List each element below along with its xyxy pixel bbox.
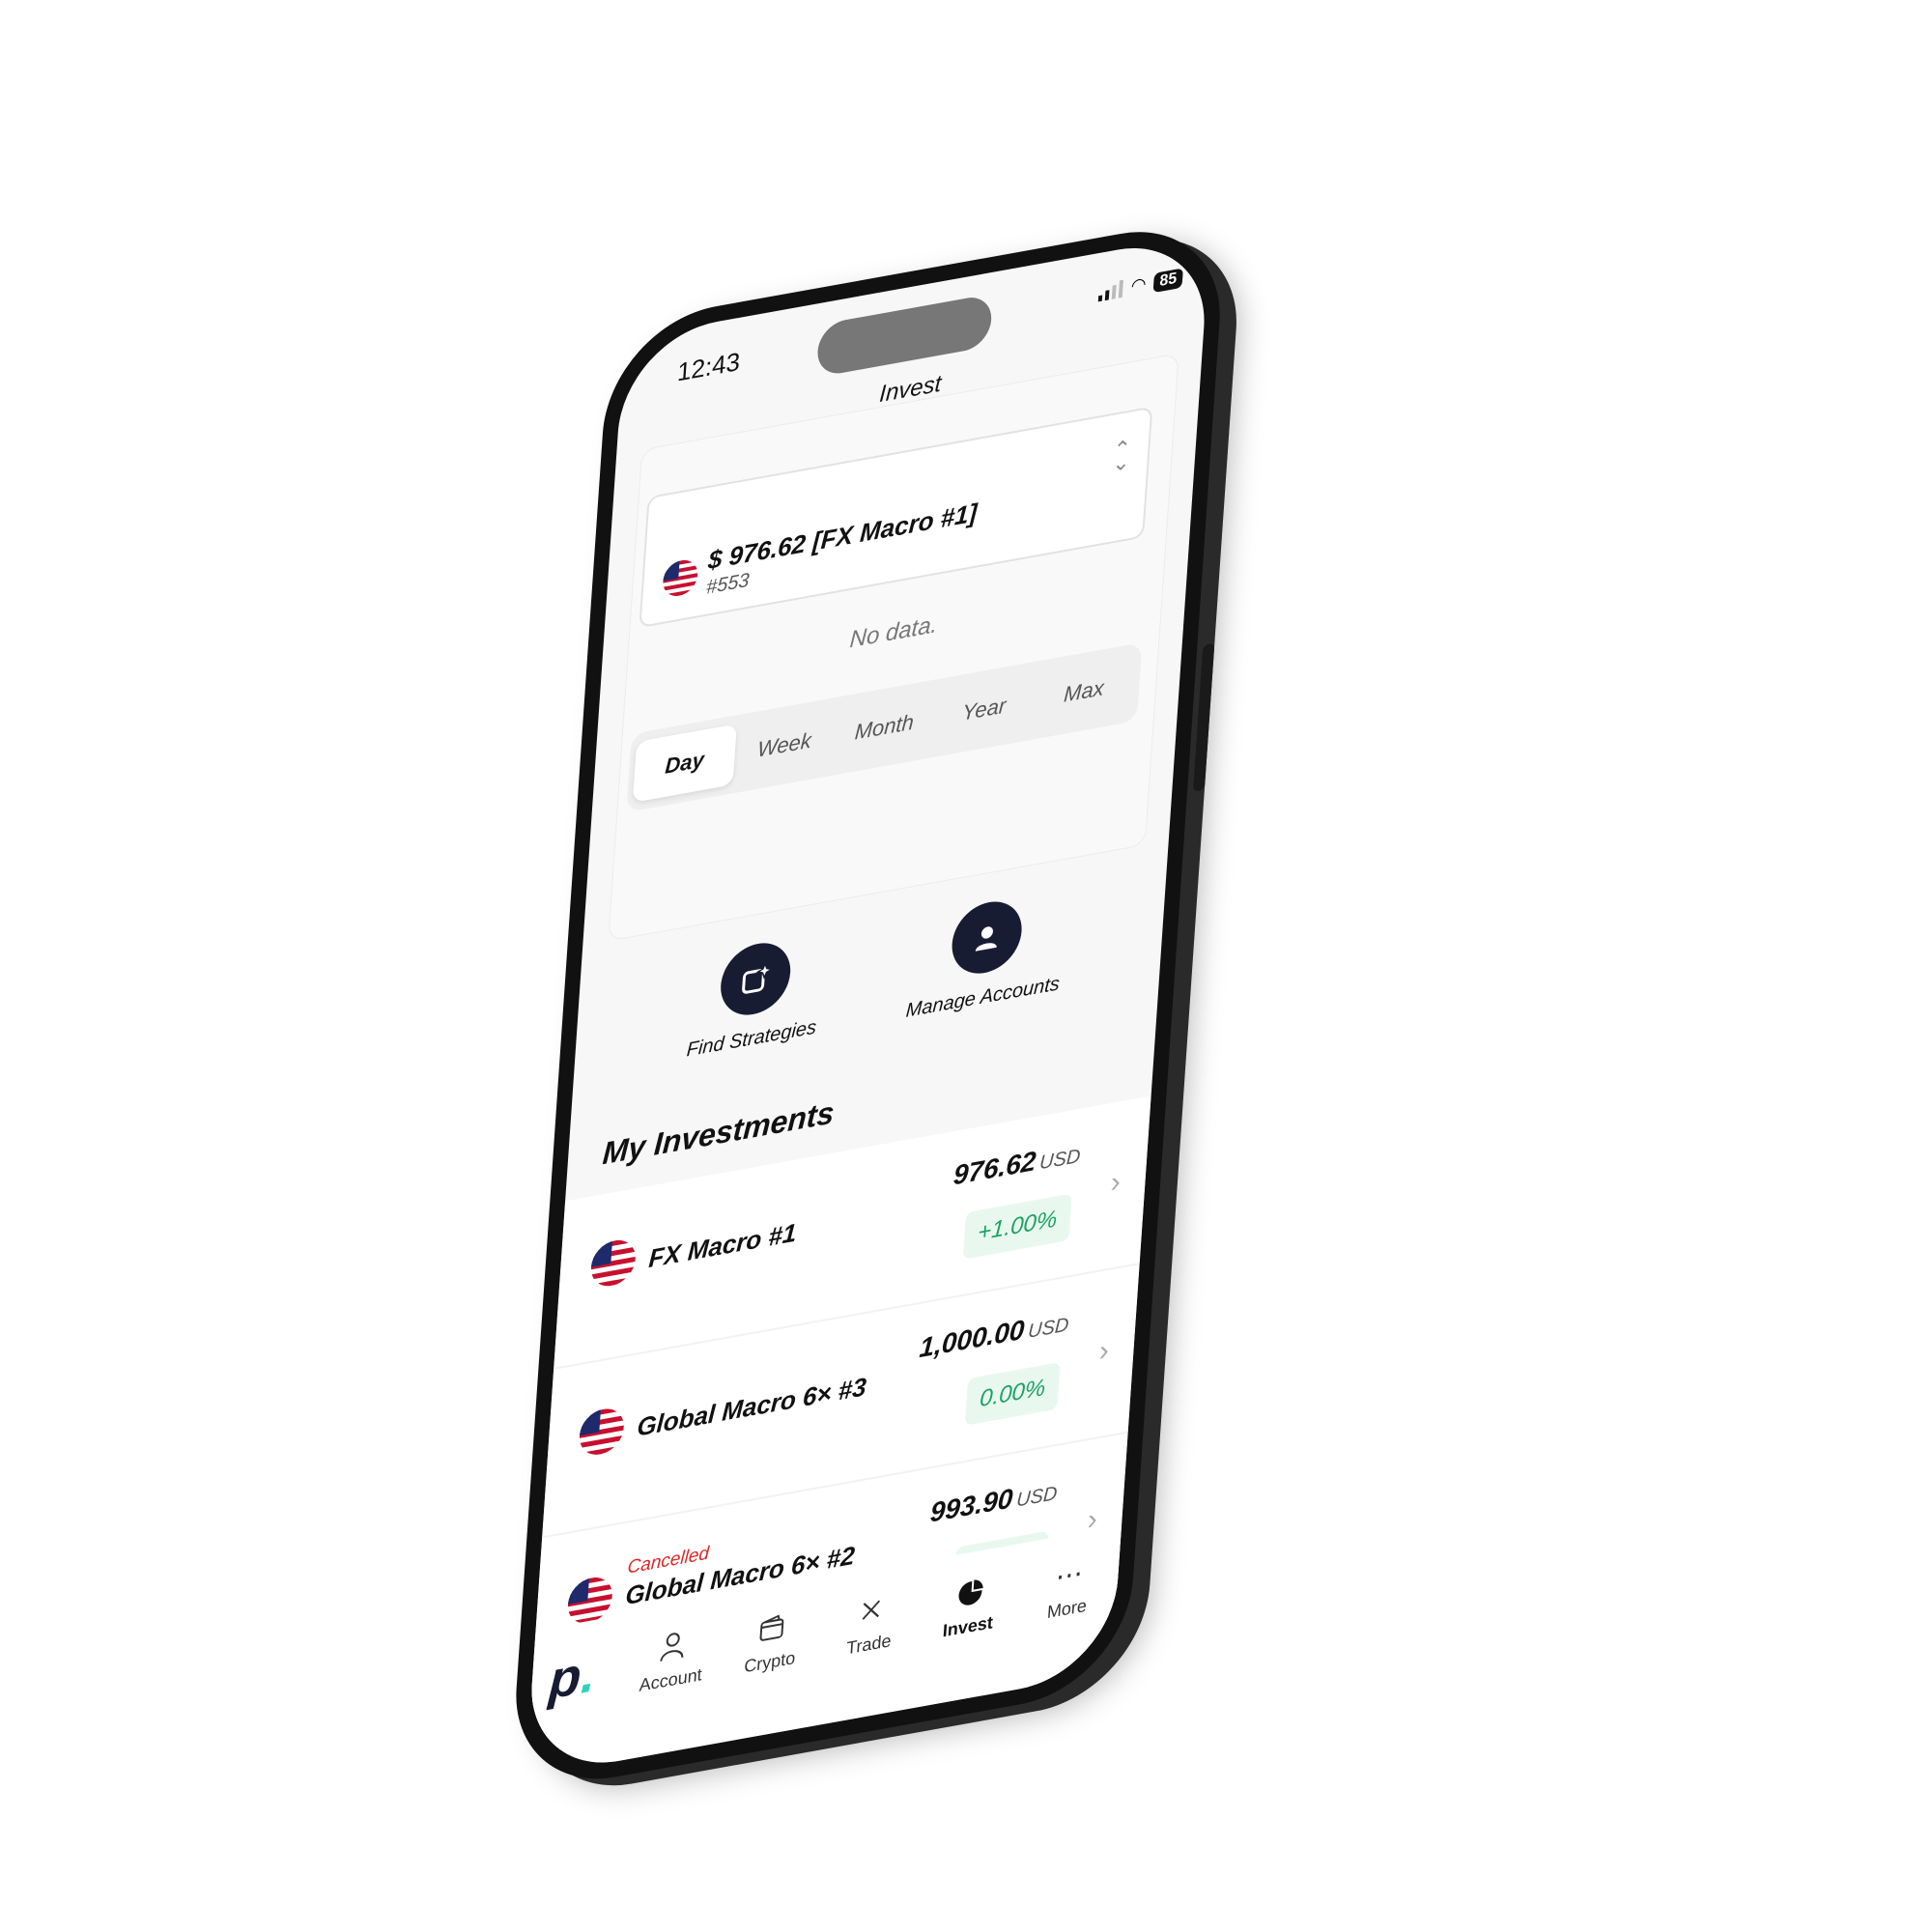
chevron-right-icon: › bbox=[1097, 1333, 1111, 1369]
tab-account[interactable]: Account bbox=[620, 1620, 724, 1699]
us-flag-icon bbox=[578, 1405, 626, 1459]
tab-label: Account bbox=[639, 1664, 703, 1695]
change-badge: 0.00% bbox=[964, 1361, 1061, 1426]
tab-label: Trade bbox=[845, 1630, 893, 1659]
side-button bbox=[1192, 642, 1215, 793]
phone-screen: 12:43 ◠ 85 Invest ‹ bbox=[526, 233, 1210, 1778]
user-outline-icon bbox=[660, 1627, 687, 1664]
find-strategies-label: Find Strategies bbox=[686, 1016, 817, 1062]
amount-value: 976.62 bbox=[952, 1145, 1037, 1191]
currency-label: USD bbox=[1015, 1482, 1059, 1512]
phone-mockup: 12:43 ◠ 85 Invest ‹ bbox=[508, 87, 1293, 1797]
wallet-icon bbox=[757, 1608, 786, 1647]
currency-label: USD bbox=[1038, 1145, 1082, 1175]
trade-arrows-icon bbox=[858, 1591, 885, 1629]
investment-amount: 976.62USD bbox=[952, 1137, 1082, 1191]
currency-label: USD bbox=[1027, 1314, 1070, 1344]
find-strategies-button[interactable]: Find Strategies bbox=[668, 929, 839, 1065]
status-icons: ◠ 85 bbox=[1098, 267, 1183, 302]
more-dots-icon: ⋯ bbox=[1054, 1556, 1084, 1593]
tab-label: Invest bbox=[942, 1612, 994, 1641]
sparkle-square-icon bbox=[718, 937, 793, 1021]
tab-trade[interactable]: Trade bbox=[818, 1584, 922, 1663]
tab-crypto[interactable]: Crypto bbox=[720, 1603, 823, 1682]
chevron-up-down-icon: ⌃ ⌄ bbox=[1111, 435, 1132, 477]
amount-value: 1,000.00 bbox=[918, 1314, 1026, 1364]
logo-letter: p bbox=[547, 1646, 583, 1711]
us-flag-icon bbox=[589, 1236, 638, 1291]
manage-accounts-button[interactable]: Manage Accounts bbox=[900, 888, 1071, 1024]
us-flag-icon bbox=[662, 556, 699, 599]
investment-name: Global Macro 6× #3 bbox=[636, 1371, 867, 1442]
signal-icon bbox=[1098, 278, 1124, 301]
chevron-right-icon: › bbox=[1109, 1165, 1122, 1200]
tab-more[interactable]: ⋯ More bbox=[1016, 1548, 1120, 1628]
tab-day[interactable]: Day bbox=[632, 724, 737, 803]
tab-label: Crypto bbox=[743, 1647, 796, 1677]
tab-max[interactable]: Max bbox=[1032, 652, 1136, 730]
amount-value: 993.90 bbox=[928, 1482, 1014, 1528]
tab-year[interactable]: Year bbox=[932, 670, 1037, 749]
manage-accounts-label: Manage Accounts bbox=[905, 973, 1061, 1022]
investment-amount: 1,000.00USD bbox=[919, 1306, 1070, 1364]
user-icon bbox=[950, 895, 1025, 980]
stage: 12:43 ◠ 85 Invest ‹ bbox=[0, 0, 1932, 1932]
wifi-icon: ◠ bbox=[1130, 273, 1148, 297]
tab-month[interactable]: Month bbox=[833, 688, 937, 766]
tab-label: More bbox=[1046, 1595, 1088, 1623]
brand-logo: p. bbox=[547, 1643, 598, 1711]
battery-icon: 85 bbox=[1152, 267, 1183, 293]
tab-week[interactable]: Week bbox=[732, 706, 837, 784]
tab-invest[interactable]: Invest bbox=[918, 1567, 1021, 1646]
investment-name: FX Macro #1 bbox=[647, 1217, 798, 1274]
investment-amount: 993.90USD bbox=[929, 1475, 1059, 1529]
pie-chart-icon bbox=[954, 1573, 985, 1611]
account-balance-title: $ 976.62 [FX Macro #1] bbox=[707, 497, 979, 576]
change-badge: +1.00% bbox=[962, 1193, 1072, 1260]
status-time: 12:43 bbox=[676, 346, 742, 387]
